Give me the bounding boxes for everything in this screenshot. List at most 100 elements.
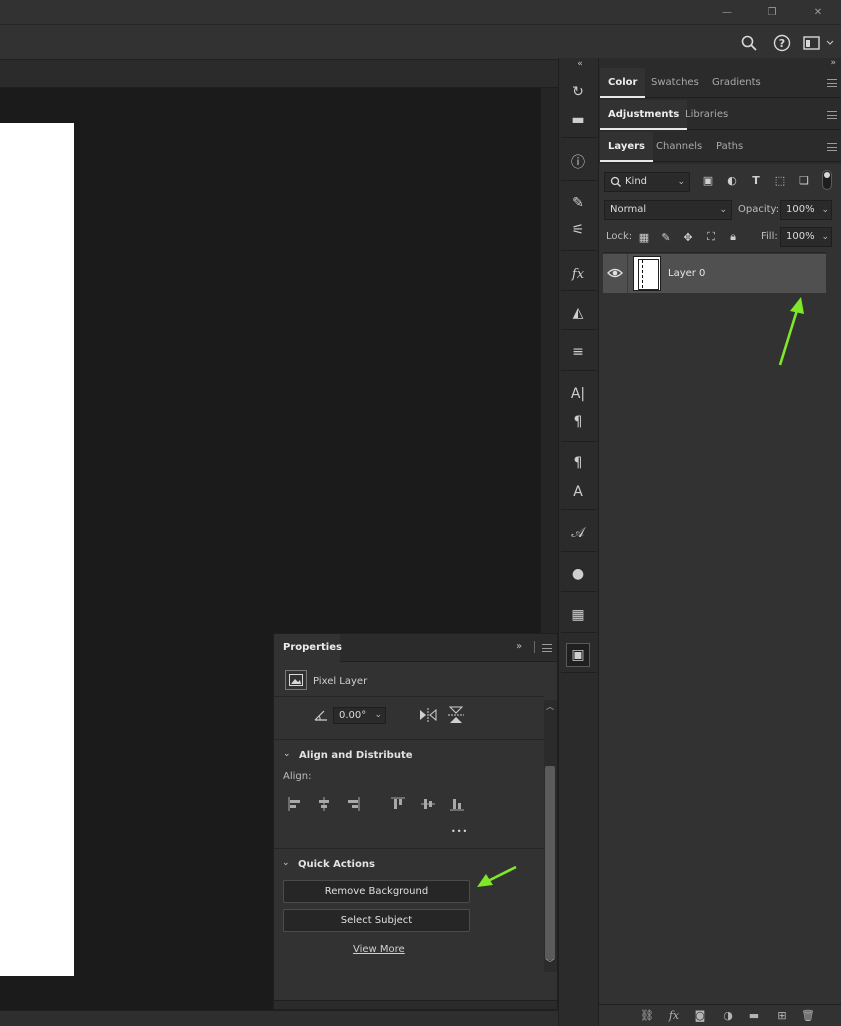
brushes-button[interactable]: ⚟ (566, 218, 590, 242)
layer-filter-select[interactable]: Kind ⌄ (604, 172, 690, 192)
properties-panel (273, 633, 558, 1010)
layer-name[interactable]: Layer 0 (668, 268, 705, 279)
shapes-button[interactable]: ◭ (566, 301, 590, 325)
align-vertical-centers-icon[interactable] (420, 796, 436, 812)
lock-position-icon[interactable]: ✥ (680, 229, 696, 245)
remove-background-button[interactable]: Remove Background (283, 880, 470, 903)
opacity-input[interactable]: 100% ⌄ (780, 200, 832, 220)
blend-mode-select[interactable]: Normal ⌄ (604, 200, 732, 220)
tab-adjustments[interactable]: Adjustments (600, 100, 688, 130)
flip-vertical-icon[interactable] (448, 706, 464, 724)
workspace-button[interactable] (803, 33, 837, 53)
align-left-edges-icon[interactable] (287, 796, 303, 812)
panel-menu-icon[interactable] (827, 111, 837, 119)
chevron-down-icon[interactable]: ⌄ (821, 228, 829, 246)
lock-all-icon[interactable]: 🔒︎ (725, 229, 741, 245)
link-icon[interactable]: ⛓ (639, 1007, 655, 1023)
align-distribute-header[interactable]: Align and Distribute (299, 750, 413, 761)
angle-input[interactable]: 0.00° ⌄ (333, 707, 386, 724)
chevron-down-icon[interactable]: ⌄ (283, 749, 291, 759)
info-button[interactable]: ⓘ (566, 150, 590, 174)
tab-swatches[interactable]: Swatches (643, 68, 707, 98)
annotation-arrow-icon (477, 865, 517, 887)
align-right-edges-icon[interactable] (345, 796, 361, 812)
chevron-down-icon[interactable]: ⌄ (282, 858, 290, 868)
panel-menu-icon[interactable] (827, 79, 837, 87)
divider (561, 672, 597, 673)
filter-toggle-switch[interactable] (822, 170, 832, 190)
quick-actions-header[interactable]: Quick Actions (298, 859, 375, 870)
minimize-button[interactable]: — (707, 0, 747, 24)
adjustment-icon[interactable]: ◑ (720, 1007, 736, 1023)
scroll-down-icon[interactable]: ﹀ (546, 958, 554, 969)
brush-settings-button[interactable]: ✎ (566, 191, 590, 215)
chevron-down-icon[interactable]: ⌄ (821, 201, 829, 219)
filter-shape-icon[interactable]: ⬚ (772, 172, 788, 188)
search-button[interactable] (739, 33, 759, 53)
tab-paths[interactable]: Paths (708, 132, 751, 162)
mask-icon[interactable]: ◙ (692, 1007, 708, 1023)
tab-libraries[interactable]: Libraries (677, 100, 736, 130)
properties-button[interactable]: ▣ (566, 643, 590, 667)
opacity-value: 100% (786, 204, 815, 215)
expand-panels-button[interactable]: » (830, 58, 835, 68)
fx-icon[interactable]: fx (666, 1007, 682, 1023)
filter-smart-object-icon[interactable]: ❏ (796, 172, 812, 188)
character-styles-button[interactable]: A (566, 480, 590, 504)
tab-layers[interactable]: Layers (600, 132, 653, 162)
fill-input[interactable]: 100% ⌄ (780, 227, 832, 247)
align-horizontal-centers-icon[interactable] (316, 796, 332, 812)
collapse-panels-button[interactable]: « (559, 58, 600, 70)
collapse-panel-button[interactable]: » (516, 641, 522, 652)
tab-channels[interactable]: Channels (648, 132, 710, 162)
tab-properties[interactable]: Properties (274, 634, 342, 662)
chevron-down-icon: ⌄ (719, 205, 727, 215)
scroll-up-icon[interactable]: ︿ (546, 701, 554, 712)
paragraph-button[interactable]: ¶ (566, 410, 590, 434)
materials-button[interactable]: ● (566, 562, 590, 586)
new-layer-icon[interactable]: ⊞ (774, 1007, 790, 1023)
divider (274, 739, 544, 740)
character-button[interactable]: A| (566, 382, 590, 406)
more-options-icon[interactable]: ••• (451, 827, 468, 836)
divider (561, 551, 597, 552)
align-top-edges-icon[interactable] (390, 796, 406, 812)
document-canvas[interactable] (0, 123, 74, 976)
properties-scroll-thumb[interactable] (545, 766, 555, 960)
trash-icon[interactable]: 🗑︎ (800, 1007, 816, 1023)
panel-menu-icon[interactable] (542, 644, 552, 652)
visibility-eye-icon[interactable] (607, 266, 623, 280)
restore-button[interactable]: ❐ (752, 0, 792, 24)
styles-button[interactable]: fx (566, 262, 590, 286)
chevron-down-icon[interactable]: ⌄ (374, 708, 382, 723)
lock-image-icon[interactable]: ✎ (658, 229, 674, 245)
tab-color[interactable]: Color (600, 68, 646, 98)
filter-adjustment-icon[interactable]: ◐ (724, 172, 740, 188)
color-panel-tabs: Color Swatches Gradients (600, 68, 841, 98)
glyphs-button[interactable]: 𝒜 (566, 521, 590, 545)
tab-gradients[interactable]: Gradients (704, 68, 769, 98)
flip-horizontal-icon[interactable] (419, 708, 437, 722)
group-folder-icon[interactable]: ▬ (746, 1007, 762, 1023)
filter-pixel-icon[interactable]: ▣ (700, 172, 716, 188)
select-subject-button[interactable]: Select Subject (283, 909, 470, 932)
divider (274, 696, 544, 697)
close-button[interactable]: ✕ (798, 0, 838, 24)
clone-source-button[interactable]: ≡ (566, 340, 590, 364)
comments-button[interactable]: ▬ (566, 108, 590, 132)
filter-type-icon[interactable]: T (748, 172, 764, 188)
timeline-button[interactable]: ▦ (566, 603, 590, 627)
glyphs-icon: 𝒜 (571, 525, 585, 541)
annotation-arrow-icon (778, 297, 804, 366)
help-button[interactable]: ? (772, 33, 792, 53)
divider (561, 137, 597, 138)
layer-thumbnail[interactable] (633, 256, 661, 291)
lock-artboard-icon[interactable]: ⛶ (703, 229, 719, 245)
paragraph-styles-button[interactable]: ¶ (566, 451, 590, 475)
align-bottom-edges-icon[interactable] (449, 796, 465, 812)
lock-transparent-icon[interactable]: ▦ (636, 229, 652, 245)
history-button[interactable]: ↻ (566, 80, 590, 104)
panel-menu-icon[interactable] (827, 143, 837, 151)
properties-resize-handle[interactable] (274, 1000, 557, 1009)
view-more-link[interactable]: View More (353, 944, 405, 955)
